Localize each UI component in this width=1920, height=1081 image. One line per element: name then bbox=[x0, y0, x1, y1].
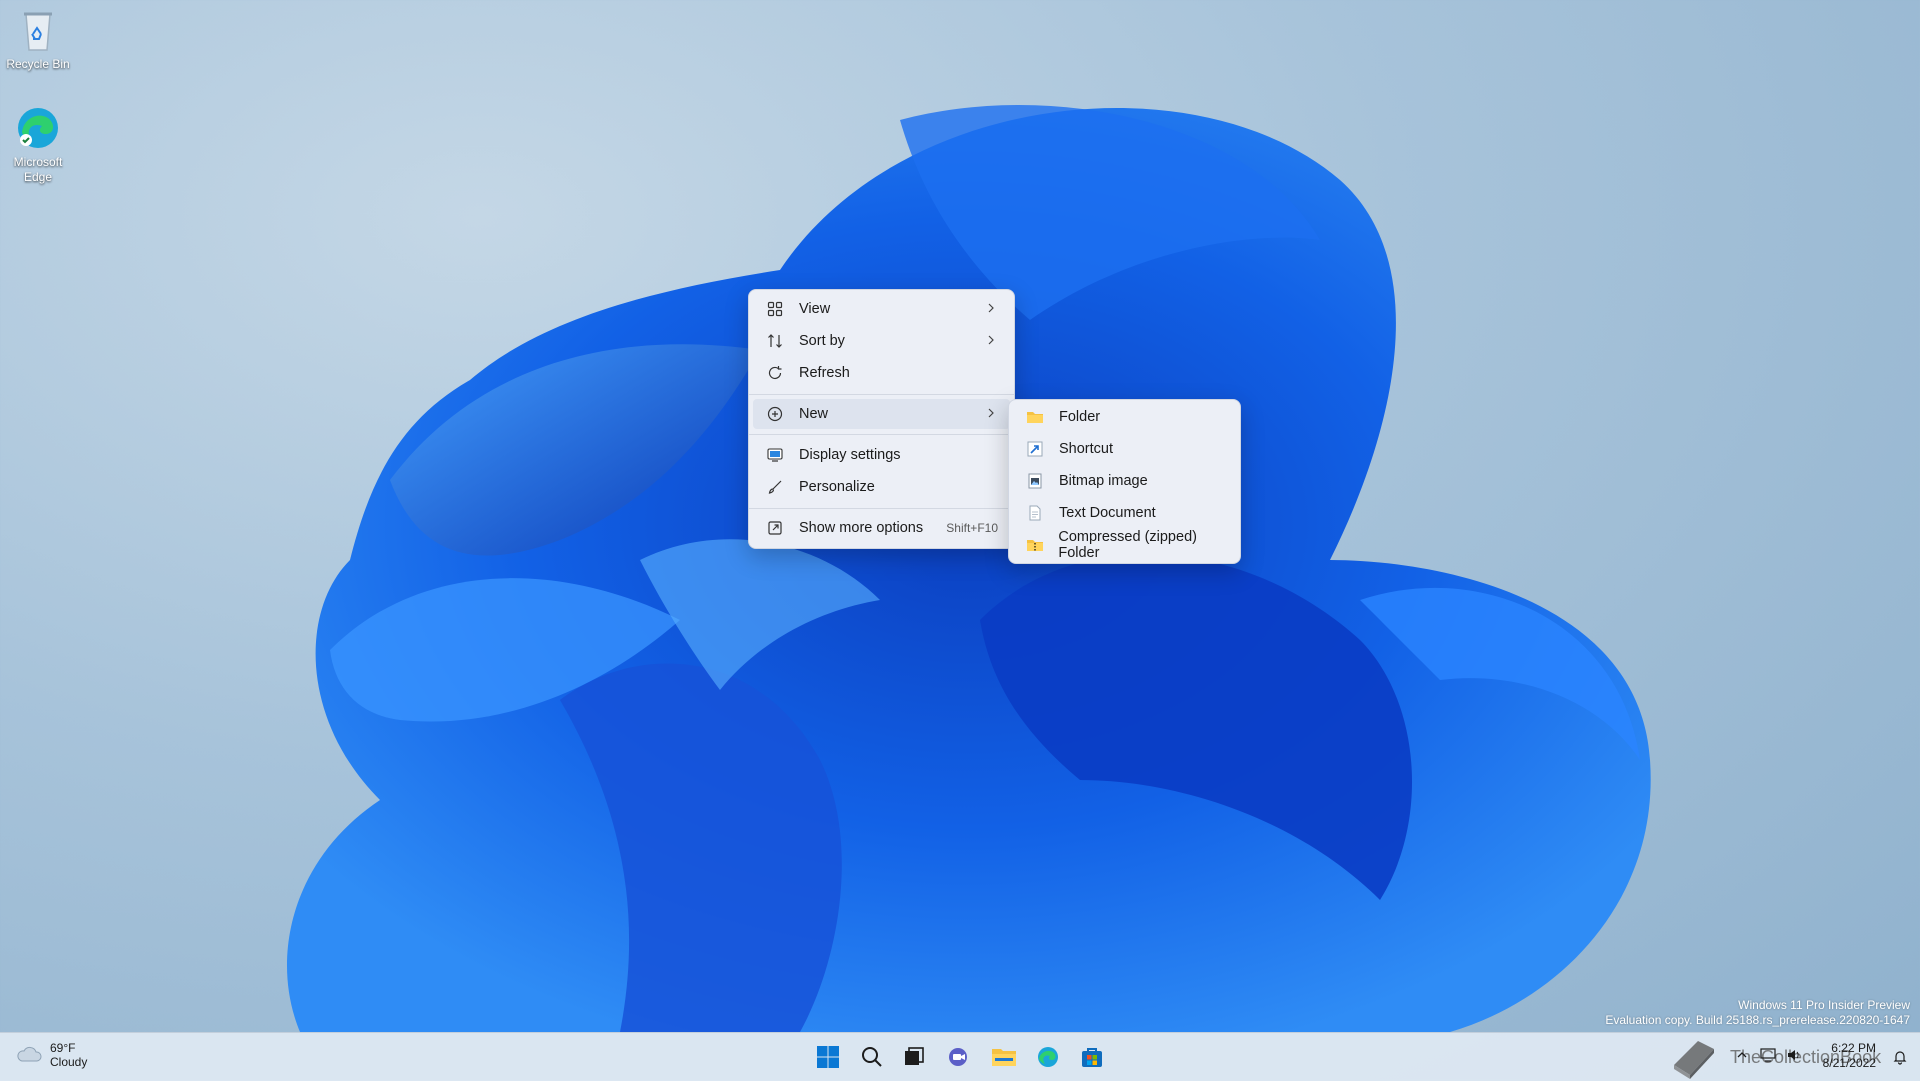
taskbar-clock[interactable]: 6:22 PM 8/21/2022 bbox=[1823, 1041, 1876, 1071]
submenu-item-folder[interactable]: Folder bbox=[1013, 402, 1236, 432]
store-icon bbox=[1082, 1048, 1102, 1067]
chevron-up-icon[interactable] bbox=[1736, 1048, 1748, 1066]
sort-icon bbox=[765, 331, 785, 351]
submenu-item-label: Folder bbox=[1059, 409, 1101, 425]
start-icon bbox=[817, 1046, 839, 1068]
network-icon[interactable] bbox=[1760, 1047, 1776, 1068]
menu-item-personalize[interactable]: Personalize bbox=[753, 472, 1010, 502]
weather-widget[interactable]: 69°F Cloudy bbox=[16, 1041, 87, 1069]
recycle-bin-icon bbox=[14, 6, 62, 54]
menu-item-show-more-options[interactable]: Show more options Shift+F10 bbox=[753, 513, 1010, 543]
task-view-button[interactable] bbox=[898, 1041, 930, 1073]
evaluation-watermark: Windows 11 Pro Insider Preview Evaluatio… bbox=[1605, 998, 1910, 1028]
start-button[interactable] bbox=[812, 1041, 844, 1073]
menu-item-refresh[interactable]: Refresh bbox=[753, 358, 1010, 388]
grid-icon bbox=[765, 299, 785, 319]
menu-item-label: Refresh bbox=[799, 365, 850, 381]
desktop-icon-edge[interactable]: Microsoft Edge bbox=[0, 104, 76, 185]
volume-icon[interactable] bbox=[1786, 1047, 1802, 1068]
submenu-item-shortcut[interactable]: Shortcut bbox=[1013, 434, 1236, 464]
clock-date: 8/21/2022 bbox=[1822, 1056, 1876, 1070]
watermark-line-2: Evaluation copy. Build 25188.rs_prerelea… bbox=[1605, 1013, 1910, 1027]
book-icon bbox=[1674, 1041, 1714, 1079]
bitmap-icon bbox=[1025, 471, 1045, 491]
menu-separator bbox=[749, 394, 1014, 395]
cloud-icon bbox=[16, 1045, 42, 1066]
desktop-icon-recycle-bin[interactable]: Recycle Bin bbox=[0, 6, 76, 72]
zip-folder-icon bbox=[1025, 535, 1044, 555]
taskbar: 69°F Cloudy TheCollectionBook 6:22 PM 8/… bbox=[0, 1032, 1920, 1081]
chat-icon bbox=[949, 1048, 967, 1066]
submenu-item-label: Compressed (zipped) Folder bbox=[1058, 529, 1197, 561]
system-tray bbox=[1736, 1041, 1802, 1073]
menu-item-label: View bbox=[799, 301, 831, 317]
share-icon bbox=[765, 518, 785, 538]
store-button[interactable] bbox=[1076, 1041, 1108, 1073]
menu-separator bbox=[749, 508, 1014, 509]
weather-condition: Cloudy bbox=[50, 1055, 88, 1069]
watermark-line-1: Windows 11 Pro Insider Preview bbox=[1738, 998, 1910, 1012]
menu-item-label: Show more options bbox=[799, 520, 924, 536]
chevron-right-icon bbox=[988, 303, 994, 313]
submenu-item-text-document[interactable]: Text Document bbox=[1013, 498, 1236, 528]
submenu-item-compressed-folder[interactable]: Compressed (zipped) Folder bbox=[1013, 529, 1236, 561]
menu-item-label: Display settings bbox=[799, 447, 901, 463]
menu-item-new[interactable]: New bbox=[753, 399, 1010, 429]
task-view-icon bbox=[905, 1047, 924, 1065]
weather-temp: 69°F bbox=[50, 1041, 76, 1055]
menu-item-sort-by[interactable]: Sort by bbox=[753, 326, 1010, 356]
text-document-icon bbox=[1025, 503, 1045, 523]
submenu-item-label: Shortcut bbox=[1059, 441, 1113, 457]
display-icon bbox=[765, 445, 785, 465]
menu-item-label: Sort by bbox=[799, 333, 845, 349]
submenu-item-label: Text Document bbox=[1059, 505, 1156, 521]
refresh-icon bbox=[765, 363, 785, 383]
menu-separator bbox=[749, 434, 1014, 435]
chevron-right-icon bbox=[988, 335, 994, 345]
edge-taskbar-button[interactable] bbox=[1032, 1041, 1064, 1073]
submenu-item-label: Bitmap image bbox=[1059, 473, 1148, 489]
file-explorer-icon bbox=[992, 1049, 1016, 1066]
menu-item-label: New bbox=[799, 406, 829, 422]
edge-icon bbox=[14, 104, 62, 152]
new-submenu: Folder Shortcut Bitmap image Text Docume… bbox=[1008, 399, 1241, 564]
desktop-icon-label: Microsoft Edge bbox=[13, 155, 63, 184]
menu-item-view[interactable]: View bbox=[753, 294, 1010, 324]
chat-button[interactable] bbox=[943, 1041, 975, 1073]
plus-circle-icon bbox=[765, 404, 785, 424]
notification-icon[interactable] bbox=[1892, 1049, 1908, 1070]
edge-icon bbox=[1038, 1047, 1058, 1067]
menu-item-display-settings[interactable]: Display settings bbox=[753, 440, 1010, 470]
clock-time: 6:22 PM bbox=[1831, 1041, 1876, 1055]
brush-icon bbox=[765, 477, 785, 497]
submenu-item-bitmap-image[interactable]: Bitmap image bbox=[1013, 466, 1236, 496]
shortcut-hint: Shift+F10 bbox=[946, 521, 998, 535]
desktop-context-menu: View Sort by Refresh New Display setting… bbox=[748, 289, 1015, 549]
file-explorer-button[interactable] bbox=[988, 1041, 1020, 1073]
search-icon bbox=[862, 1047, 882, 1067]
folder-icon bbox=[1025, 407, 1045, 427]
chevron-right-icon bbox=[988, 408, 994, 418]
menu-item-label: Personalize bbox=[799, 479, 875, 495]
shortcut-arrow-icon bbox=[1025, 439, 1045, 459]
desktop-icon-label: Recycle Bin bbox=[6, 57, 70, 71]
search-button[interactable] bbox=[856, 1041, 888, 1073]
